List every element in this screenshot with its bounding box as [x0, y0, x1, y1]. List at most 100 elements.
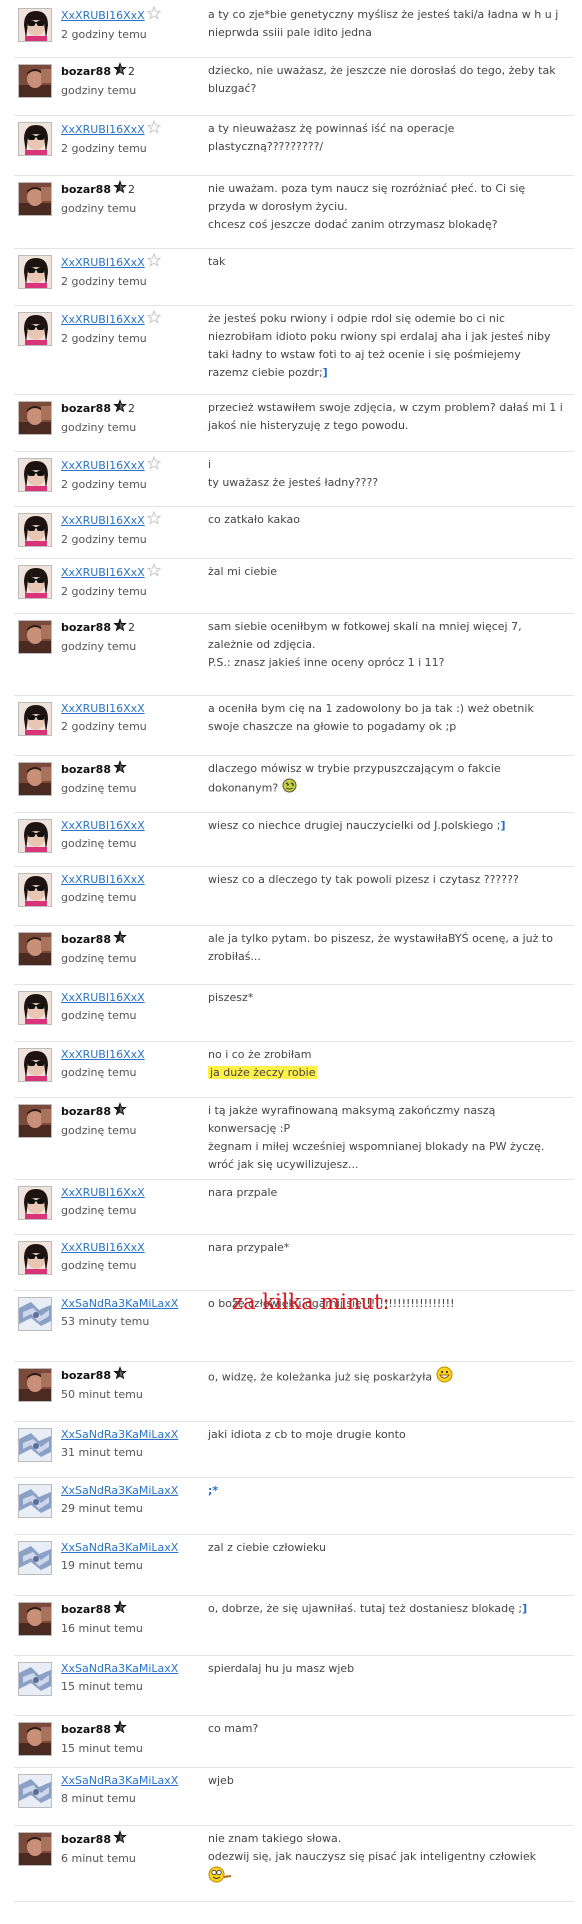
timestamp: godziny temu: [61, 202, 137, 215]
avatar[interactable]: [18, 1541, 52, 1575]
nerd-emoji-icon: [208, 1866, 232, 1889]
username-link[interactable]: XxXRUBI16XxX: [61, 1048, 145, 1061]
avatar[interactable]: [18, 1774, 52, 1808]
comment-author: XxXRUBI16XxX 2 godziny temu: [61, 700, 201, 736]
avatar[interactable]: [18, 873, 52, 907]
username-link[interactable]: XxXRUBI16XxX: [61, 313, 145, 326]
avatar[interactable]: [18, 122, 52, 156]
comment-body: piszesz*: [208, 991, 254, 1004]
username-link[interactable]: XxSaNdRa3KaMiLaxX: [61, 1428, 178, 1441]
avatar[interactable]: [18, 1368, 52, 1402]
star-icon: [146, 562, 161, 583]
username-link[interactable]: XxSaNdRa3KaMiLaxX: [61, 1297, 178, 1310]
avatar[interactable]: [18, 1186, 52, 1220]
username-link[interactable]: bozar88: [61, 1603, 111, 1616]
comment-author: XxXRUBI16XxX 2 godziny temu: [61, 562, 201, 601]
username-link[interactable]: XxXRUBI16XxX: [61, 256, 145, 269]
comment-row: XxXRUBI16XxX 2 godziny temu co zatkało kak…: [14, 509, 574, 559]
comment-author: bozar88 2 godziny temu: [61, 618, 201, 656]
avatar[interactable]: [18, 819, 52, 853]
comment-body: żal mi ciebie: [208, 565, 278, 578]
avatar[interactable]: [18, 513, 52, 547]
time-separator: za kilka minut:: [232, 1290, 390, 1314]
username-link[interactable]: XxXRUBI16XxX: [61, 459, 145, 472]
timestamp: godzinę temu: [61, 952, 137, 965]
star-icon: [113, 1830, 127, 1850]
username-link[interactable]: bozar88: [61, 1369, 111, 1382]
avatar[interactable]: [18, 401, 52, 435]
avatar[interactable]: [18, 991, 52, 1025]
comment-text: wiesz co niechce drugiej nauczycielki od…: [208, 817, 563, 835]
avatar[interactable]: [18, 1428, 52, 1462]
username-link[interactable]: XxSaNdRa3KaMiLaxX: [61, 1774, 178, 1787]
username-link[interactable]: bozar88: [61, 183, 111, 196]
username-link[interactable]: XxXRUBI16XxX: [61, 1241, 145, 1254]
avatar[interactable]: [18, 1241, 52, 1275]
avatar[interactable]: [18, 1297, 52, 1331]
username-link[interactable]: XxXRUBI16XxX: [61, 1186, 145, 1199]
avatar[interactable]: [18, 1722, 52, 1756]
smiley-text: ]: [322, 366, 328, 379]
comment-row: XxXRUBI16XxX 2 godziny temu że jesteś poku…: [14, 308, 574, 395]
username-link[interactable]: bozar88: [61, 1105, 111, 1118]
avatar[interactable]: [18, 8, 52, 42]
avatar[interactable]: [18, 458, 52, 492]
username-link[interactable]: XxXRUBI16XxX: [61, 819, 145, 832]
avatar[interactable]: [18, 702, 52, 736]
username-link[interactable]: XxSaNdRa3KaMiLaxX: [61, 1541, 178, 1554]
comment-body: tak: [208, 255, 226, 268]
username-link[interactable]: bozar88: [61, 621, 111, 634]
username-link[interactable]: bozar88: [61, 933, 111, 946]
star-icon: [113, 180, 127, 200]
comment-text: i tą jakże wyrafinowaną maksymą zakończm…: [208, 1102, 563, 1174]
avatar[interactable]: [18, 1832, 52, 1866]
timestamp: 31 minut temu: [61, 1446, 143, 1459]
username-link[interactable]: XxXRUBI16XxX: [61, 991, 145, 1004]
username-link[interactable]: bozar88: [61, 402, 111, 415]
timestamp: 2 godziny temu: [61, 720, 147, 733]
username-link[interactable]: bozar88: [61, 763, 111, 776]
avatar[interactable]: [18, 932, 52, 966]
comment-row: bozar88 2 godziny temu sam siebie oceniłbym…: [14, 616, 574, 696]
username-link[interactable]: bozar88: [61, 1723, 111, 1736]
username-link[interactable]: XxXRUBI16XxX: [61, 873, 145, 886]
comment-body: i tą jakże wyrafinowaną maksymą zakończm…: [208, 1104, 545, 1171]
comment-row: bozar88 godzinę temu i tą jakże wyrafinowa…: [14, 1100, 574, 1180]
avatar[interactable]: [18, 1484, 52, 1518]
avatar[interactable]: [18, 64, 52, 98]
avatar[interactable]: [18, 1104, 52, 1138]
comment-author: bozar88 2 godziny temu: [61, 62, 201, 100]
username-link[interactable]: bozar88: [61, 1833, 111, 1846]
username-link[interactable]: XxXRUBI16XxX: [61, 514, 145, 527]
username-link[interactable]: XxXRUBI16XxX: [61, 9, 145, 22]
avatar[interactable]: [18, 255, 52, 289]
avatar[interactable]: [18, 620, 52, 654]
avatar[interactable]: [18, 565, 52, 599]
comment-body: o, widzę, że koleżanka już się poskarżył…: [208, 1370, 433, 1384]
avatar[interactable]: [18, 762, 52, 796]
comment-author: XxXRUBI16XxX 2 godziny temu: [61, 309, 201, 348]
username-link[interactable]: XxXRUBI16XxX: [61, 566, 145, 579]
avatar[interactable]: [18, 312, 52, 346]
timestamp: 16 minut temu: [61, 1622, 143, 1635]
avatar[interactable]: [18, 1602, 52, 1636]
comment-text: o, widzę, że koleżanka już się poskarżył…: [208, 1366, 563, 1389]
username-link[interactable]: XxXRUBI16XxX: [61, 702, 145, 715]
avatar[interactable]: [18, 1662, 52, 1696]
avatar[interactable]: [18, 1048, 52, 1082]
comment-row: XxXRUBI16XxX godzinę temu wiesz co a dlecz…: [14, 869, 574, 926]
username-link[interactable]: XxSaNdRa3KaMiLaxX: [61, 1484, 178, 1497]
comment-author: XxXRUBI16XxX 2 godziny temu: [61, 5, 201, 44]
comment-author: XxSaNdRa3KaMiLaxX 31 minut temu: [61, 1426, 201, 1462]
comment-text: wiesz co a dleczego ty tak powoli pizesz…: [208, 871, 563, 889]
username-link[interactable]: XxXRUBI16XxX: [61, 123, 145, 136]
username-link[interactable]: XxSaNdRa3KaMiLaxX: [61, 1662, 178, 1675]
username-link[interactable]: bozar88: [61, 65, 111, 78]
timestamp: 2 godziny temu: [61, 533, 147, 546]
comment-author: bozar88 godzinę temu: [61, 760, 201, 798]
smiley-text: ;*: [208, 1484, 219, 1497]
timestamp: godziny temu: [61, 640, 137, 653]
avatar[interactable]: [18, 182, 52, 216]
star-icon: [146, 510, 161, 531]
dizzy-emoji-icon: [282, 778, 297, 799]
